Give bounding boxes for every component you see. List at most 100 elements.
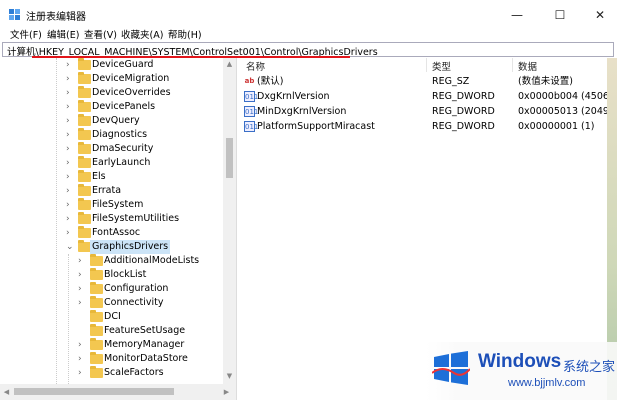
chevron-right-icon[interactable]: › (66, 226, 74, 240)
tree-item-label: FeatureSetUsage (104, 325, 186, 336)
chevron-right-icon[interactable]: › (66, 156, 74, 170)
column-header-data[interactable]: 数据 (518, 59, 537, 73)
tree-item-label: MonitorDataStore (104, 353, 188, 364)
dword-value-icon: 011 (244, 91, 259, 102)
tree-horizontal-scrollbar[interactable]: ◀ ▶ (0, 384, 236, 400)
chevron-right-icon[interactable]: › (66, 212, 74, 226)
folder-icon (90, 366, 103, 378)
scroll-up-icon[interactable]: ▲ (225, 60, 234, 69)
chevron-right-icon[interactable]: › (66, 128, 74, 142)
dword-value-icon: 011 (244, 121, 259, 132)
scrollbar-thumb[interactable] (14, 388, 174, 395)
tree-item-label: ScaleFactors (104, 367, 164, 378)
folder-icon (90, 338, 103, 350)
tree-item-label: DeviceMigration (92, 73, 170, 84)
menu-edit[interactable]: 编辑(E) (47, 27, 79, 41)
folder-icon (78, 142, 91, 154)
tree-item-label: FileSystemUtilities (92, 213, 180, 224)
tree-item-label: EarlyLaunch (92, 157, 151, 168)
value-data: 0x00005013 (20499) (518, 106, 617, 117)
column-header-name[interactable]: 名称 (246, 59, 265, 73)
menu-file[interactable]: 文件(F) (10, 27, 42, 41)
chevron-right-icon[interactable]: › (66, 184, 74, 198)
key-tree: › DeviceGuard › DeviceMigration › Device… (0, 58, 223, 384)
folder-icon (78, 114, 91, 126)
site-watermark: Windows 系统之家 www.bjjmlv.com (426, 342, 617, 400)
folder-icon (90, 282, 103, 294)
chevron-right-icon[interactable]: › (78, 352, 86, 366)
folder-icon (78, 212, 91, 224)
value-row[interactable]: 011 PlatformSupportMiracast REG_DWORD 0x… (241, 120, 617, 134)
registry-editor-window: 注册表编辑器 — ☐ ✕ 文件(F) 编辑(E) 查看(V) 收藏夹(A) 帮助… (0, 0, 617, 400)
scrollbar-thumb[interactable] (226, 138, 233, 178)
scroll-left-icon[interactable]: ◀ (2, 388, 11, 397)
chevron-right-icon[interactable]: › (66, 114, 74, 128)
tree-item-label: AdditionalModeLists (104, 255, 200, 266)
tree-item-label: Els (92, 171, 106, 182)
folder-icon (90, 352, 103, 364)
menu-favorites[interactable]: 收藏夹(A) (121, 27, 163, 41)
menu-help[interactable]: 帮助(H) (168, 27, 202, 41)
value-name: PlatformSupportMiracast (257, 121, 375, 132)
address-bar[interactable]: 计算机\HKEY_LOCAL_MACHINE\SYSTEM\ControlSet… (2, 42, 614, 58)
value-data: (数值未设置) (518, 76, 573, 87)
tree-item-label: DmaSecurity (92, 143, 154, 154)
menu-bar: 文件(F) 编辑(E) 查看(V) 收藏夹(A) 帮助(H) (0, 26, 617, 42)
chevron-right-icon[interactable]: › (78, 254, 86, 268)
folder-icon (90, 310, 103, 322)
windows-logo-icon (432, 351, 470, 385)
value-type: REG_DWORD (432, 91, 495, 102)
column-divider[interactable] (426, 58, 427, 72)
menu-view[interactable]: 查看(V) (84, 27, 117, 41)
value-row[interactable]: ab (默认) REG_SZ (数值未设置) (241, 75, 617, 89)
value-name: MinDxgKrnlVersion (257, 106, 347, 117)
chevron-right-icon[interactable]: › (78, 366, 86, 380)
folder-icon (78, 128, 91, 140)
tree-item-label: Connectivity (104, 297, 164, 308)
chevron-right-icon[interactable]: › (66, 100, 74, 114)
folder-icon (90, 254, 103, 266)
chevron-right-icon[interactable]: › (66, 198, 74, 212)
chevron-right-icon[interactable]: › (66, 142, 74, 156)
folder-icon (78, 100, 91, 112)
chevron-down-icon[interactable]: ⌄ (66, 240, 74, 254)
tree-item-label: MemoryManager (104, 339, 185, 350)
tree-guide-line (68, 254, 69, 384)
chevron-right-icon[interactable]: › (78, 296, 86, 310)
chevron-right-icon[interactable]: › (78, 268, 86, 282)
folder-icon (90, 324, 103, 336)
folder-icon (78, 198, 91, 210)
window-title: 注册表编辑器 (26, 12, 86, 23)
value-row[interactable]: 011 MinDxgKrnlVersion REG_DWORD 0x000050… (241, 105, 617, 119)
scroll-down-icon[interactable]: ▼ (225, 372, 234, 381)
chevron-right-icon[interactable]: › (78, 282, 86, 296)
watermark-title: Windows (478, 351, 562, 372)
tree-item-label: FileSystem (92, 199, 144, 210)
chevron-right-icon[interactable]: › (66, 72, 74, 86)
dword-value-icon: 011 (244, 106, 259, 117)
tree-item-label: Diagnostics (92, 129, 148, 140)
tree-vertical-scrollbar[interactable]: ▲ ▼ (223, 58, 236, 384)
chevron-right-icon[interactable]: › (78, 338, 86, 352)
tree-guide-line (56, 58, 57, 384)
folder-icon (78, 226, 91, 238)
value-row[interactable]: 011 DxgKrnlVersion REG_DWORD 0x0000b004 … (241, 90, 617, 104)
folder-icon (78, 184, 91, 196)
tree-item-label: DCI (104, 311, 121, 322)
value-data: 0x0000b004 (45060) (518, 91, 617, 102)
tree-item-label: FontAssoc (92, 227, 141, 238)
folder-icon (78, 58, 91, 70)
tree-item-label: BlockList (104, 269, 147, 280)
scroll-right-icon[interactable]: ▶ (222, 388, 231, 397)
chevron-right-icon[interactable]: › (66, 86, 74, 100)
chevron-right-icon[interactable]: › (66, 170, 74, 184)
folder-icon (78, 170, 91, 182)
registry-editor-icon (9, 9, 20, 20)
chevron-right-icon[interactable]: › (66, 58, 74, 72)
column-divider[interactable] (512, 58, 513, 72)
value-name: (默认) (257, 76, 284, 87)
column-header-type[interactable]: 类型 (432, 59, 451, 73)
value-type: REG_DWORD (432, 121, 495, 132)
watermark-url: www.bjjmlv.com (508, 377, 586, 389)
tree-item-label: DeviceOverrides (92, 87, 171, 98)
